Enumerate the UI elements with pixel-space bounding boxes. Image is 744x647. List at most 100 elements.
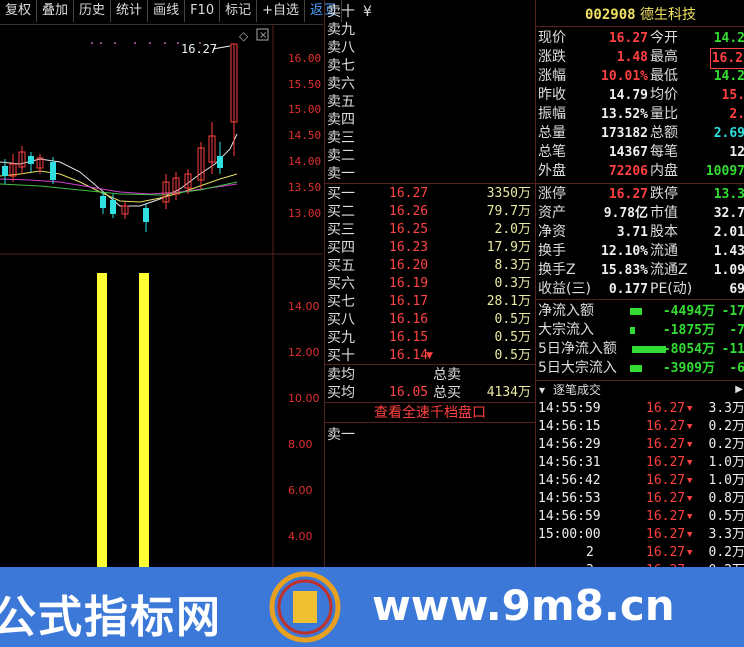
tick-volume: 0.2万	[708, 419, 744, 434]
yen-icon: ¥	[363, 4, 372, 20]
candle	[28, 156, 34, 164]
buy-row-4[interactable]: 买四 16.23 17.9万	[325, 239, 535, 257]
quote-value: 173182	[601, 126, 648, 141]
quote-value: 14.2	[713, 69, 744, 84]
flow-value: -4494万	[662, 304, 715, 319]
indicator-tick: 4.00	[288, 530, 313, 543]
quote-label: 总额	[650, 125, 678, 141]
buy-row-1[interactable]: 买一 16.27 3350万	[325, 185, 535, 203]
tick-row: 15:00:00 16.27 ▼ 3.3万	[536, 526, 744, 544]
tick-volume: 3.3万	[708, 527, 744, 542]
tick-time: 14:56:31	[538, 455, 601, 470]
buy-row-8[interactable]: 买八 16.16 0.5万	[325, 311, 535, 329]
buy-row-9[interactable]: 买九 16.15 0.5万	[325, 329, 535, 347]
tick-volume: 0.2万	[708, 437, 744, 452]
flow-extra: -6	[729, 361, 744, 376]
flow-value: -1875万	[662, 323, 715, 338]
tick-time: 14:56:59	[538, 509, 601, 524]
sell-avg-row: 卖均 总卖	[327, 367, 461, 383]
mark-button[interactable]: 标记	[220, 0, 258, 22]
stock-title: 002908 德生科技	[536, 4, 744, 24]
quote-value: 16.2	[709, 48, 744, 69]
buy-row-6[interactable]: 买六 16.19 0.3万	[325, 275, 535, 293]
quote-value: 13.52%	[601, 107, 648, 122]
tick-row: 14:56:31 16.27 ▼ 1.0万	[536, 454, 744, 472]
overlay-button[interactable]: 叠加	[37, 0, 75, 22]
tick-time: 14:56:29	[538, 437, 601, 452]
quote-value: 9.78亿	[603, 206, 648, 221]
tick-volume: 1.0万	[708, 455, 744, 470]
quote-value: 14367	[608, 145, 648, 160]
fund-flow-row: 大宗流入 -1875万 -7	[536, 321, 744, 340]
divider	[325, 402, 535, 403]
quote-label: 换手Z	[538, 262, 576, 278]
arrow-down-icon: ▼	[687, 530, 693, 540]
candle	[100, 196, 106, 208]
buy-row-10[interactable]: 买十 16.14 ▼ 0.5万	[325, 347, 535, 365]
quote-label: 现价	[538, 30, 566, 46]
quote-label: 量比	[650, 106, 678, 122]
tick-price: 16.27	[646, 527, 686, 542]
chart-area[interactable]: ◇ × 16.27 16.00 15.50 15.00 14.50 14.00 …	[0, 24, 323, 567]
quote-value: 0.177	[608, 282, 648, 297]
quote-value: 10097	[705, 164, 744, 179]
quote-row: 总量 173182 总额 2.69	[536, 124, 744, 143]
quote-value: 15.83%	[601, 263, 648, 278]
buy-row-2[interactable]: 买二 16.26 79.7万	[325, 203, 535, 221]
quote-row: 外盘 72206 内盘 10097	[536, 162, 744, 181]
quote-value: 2.01	[713, 225, 744, 240]
flow-label: 5日净流入额	[538, 341, 617, 357]
quote-label: 净资	[538, 224, 566, 240]
flow-value: -8054万	[662, 342, 715, 357]
divider	[325, 422, 535, 423]
quote-value: 2.69	[713, 126, 744, 141]
buy-row-5[interactable]: 买五 16.20 8.3万	[325, 257, 535, 275]
arrow-down-icon: ▼	[687, 548, 693, 558]
f10-button[interactable]: F10	[185, 0, 221, 22]
history-button[interactable]: 历史	[74, 0, 112, 22]
indicator-tick: 14.00	[288, 300, 320, 313]
candles	[2, 43, 238, 232]
tick-volume: 0.8万	[708, 491, 744, 506]
draw-line-button[interactable]: 画线	[148, 0, 186, 22]
sell-row-9: 卖九	[327, 22, 355, 38]
quote-row: 现价 16.27 今开 14.2	[536, 29, 744, 48]
kline-chart[interactable]: ◇ × 16.27 16.00 15.50 15.00 14.50 14.00 …	[0, 24, 323, 567]
flow-extra: -11	[721, 342, 744, 357]
play-icon[interactable]: ▶	[735, 382, 743, 398]
stats-button[interactable]: 统计	[111, 0, 149, 22]
quote-row: 换手 12.10% 流通 1.43	[536, 242, 744, 261]
price-tick: 13.50	[288, 181, 321, 194]
quote-value: 12	[729, 145, 744, 160]
buy-row-7[interactable]: 买七 16.17 28.1万	[325, 293, 535, 311]
quote-value: 16.27	[608, 31, 648, 46]
quote-row: 涨跌 1.48 最高 16.2	[536, 48, 744, 69]
flow-bar	[632, 346, 666, 353]
indicator-tick: 6.00	[288, 484, 313, 497]
quote-label: 内盘	[650, 163, 678, 179]
quote-label: PE(动)	[650, 281, 693, 297]
arrow-down-icon: ▼	[687, 458, 693, 468]
flow-label: 净流入额	[538, 303, 594, 319]
arrow-down-icon: ▼	[687, 494, 693, 504]
diamond-icon[interactable]: ◇	[239, 29, 249, 43]
buy-row-3[interactable]: 买三 16.25 2.0万	[325, 221, 535, 239]
fuquan-button[interactable]: 复权	[0, 0, 38, 22]
add-watchlist-button[interactable]: +自选	[257, 0, 306, 22]
tick-time: 14:56:42	[538, 473, 601, 488]
price-tick: 15.50	[288, 78, 321, 91]
collapse-icon[interactable]: ▾	[539, 382, 545, 398]
flow-bar	[630, 327, 635, 334]
close-x-glyph: ×	[259, 30, 267, 41]
quote-value: 1.43	[713, 244, 744, 259]
quote-label: 换手	[538, 243, 566, 259]
ticks-header[interactable]: ▾ 逐笔成交 ▶	[536, 382, 744, 398]
fund-flow-row: 净流入额 -4494万 -17	[536, 302, 744, 321]
full-depth-link[interactable]: 查看全速千档盘口	[325, 404, 535, 422]
tick-row: 14:56:42 16.27 ▼ 1.0万	[536, 472, 744, 490]
quote-value: 72206	[608, 164, 648, 179]
quote-label: 跌停	[650, 186, 678, 202]
quote-label: 振幅	[538, 106, 566, 122]
tick-row: 14:56:15 16.27 ▼ 0.2万	[536, 418, 744, 436]
quote-label: 最高	[650, 49, 678, 65]
